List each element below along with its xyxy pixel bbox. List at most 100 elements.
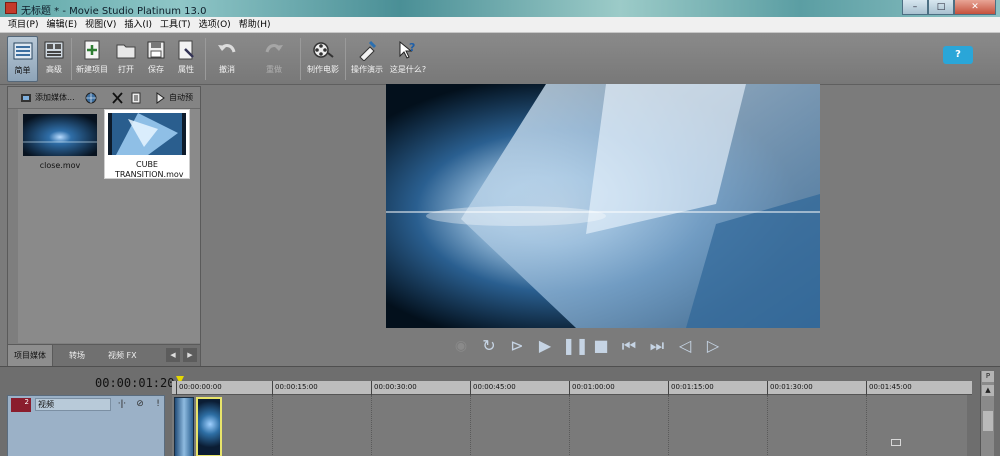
advanced-view-button[interactable]: 高级	[40, 36, 68, 82]
media-toolbar: 添加媒体... 自动预	[8, 87, 200, 109]
open-folder-icon	[116, 44, 136, 59]
menu-insert[interactable]: 插入(I)	[120, 17, 156, 32]
maximize-button[interactable]: □	[928, 0, 954, 15]
whats-this-button[interactable]: ? 这是什么?	[388, 36, 428, 82]
media-item[interactable]: close.mov	[20, 111, 100, 170]
ruler-tick-label: 00:00:30:00	[371, 381, 417, 395]
svg-text:?: ?	[409, 41, 415, 54]
title-bar: 无标题 * - Movie Studio Platinum 13.0 – □ ✕	[0, 0, 1000, 17]
mute-track-icon[interactable]: ⊘	[133, 398, 147, 411]
toolbar-separator	[71, 38, 72, 80]
timeline: 00:00:01:20 00:00:00:00 00:00:15:00 00:0…	[0, 366, 1000, 456]
go-to-start-icon[interactable]: ⏮	[618, 334, 640, 358]
menu-options[interactable]: 选项(O)	[195, 17, 235, 32]
properties-button[interactable]: 属性	[172, 36, 200, 82]
menu-help[interactable]: 帮助(H)	[235, 17, 275, 32]
tab-video-fx[interactable]: 视频 FX	[102, 345, 143, 366]
auto-preview-button[interactable]: 自动预	[154, 91, 193, 105]
new-project-label: 新建项目	[76, 65, 108, 74]
redo-icon	[265, 44, 283, 53]
redo-label: 重做	[266, 65, 282, 74]
undo-icon	[218, 44, 236, 53]
auto-preview-icon	[156, 91, 165, 104]
menu-tools[interactable]: 工具(T)	[156, 17, 195, 32]
save-button[interactable]: 保存	[142, 36, 170, 82]
new-project-icon	[84, 40, 100, 60]
delete-x-icon	[112, 91, 123, 104]
properties-icon	[178, 40, 194, 60]
track-name-field[interactable]: 视频	[35, 398, 111, 411]
grid-line	[272, 395, 273, 456]
add-media-button[interactable]: 添加媒体...	[20, 91, 75, 105]
media-list: close.mov CUBE TRANSITION.mov	[18, 109, 200, 343]
media-properties-icon	[131, 92, 141, 103]
loop-icon[interactable]: ↻	[478, 334, 500, 358]
menu-project[interactable]: 项目(P)	[4, 17, 42, 32]
remove-media-button[interactable]	[111, 91, 126, 105]
toolbar-separator	[300, 38, 301, 80]
simple-view-icon	[13, 42, 32, 60]
make-movie-icon	[313, 42, 334, 58]
media-item-selected[interactable]: CUBE TRANSITION.mov	[104, 109, 190, 179]
video-clip-cube-transition[interactable]	[174, 397, 194, 456]
region-marker[interactable]	[891, 439, 901, 446]
track-number: 2	[11, 398, 31, 412]
properties-label: 属性	[178, 65, 194, 74]
make-movie-button[interactable]: 制作电影	[304, 36, 342, 82]
play-icon[interactable]: ▶	[534, 334, 556, 358]
go-to-end-icon[interactable]: ⏭	[646, 334, 668, 358]
scroll-top-label[interactable]: P	[982, 371, 994, 382]
make-movie-label: 制作电影	[307, 65, 339, 74]
ruler-tick-label: 00:01:15:00	[668, 381, 714, 395]
scroll-up-icon[interactable]: ▲	[982, 385, 994, 396]
timeline-vertical-scrollbar[interactable]: P ▲	[980, 371, 994, 456]
tab-scroll-right-icon[interactable]: ▶	[183, 348, 197, 362]
preview-frame	[386, 84, 820, 328]
tab-project-media[interactable]: 项目媒体	[8, 345, 53, 366]
time-ruler[interactable]: 00:00:00:00 00:00:15:00 00:00:30:00 00:0…	[172, 381, 972, 395]
media-properties-button[interactable]	[130, 91, 145, 105]
simple-view-button[interactable]: 简单	[7, 36, 38, 82]
previous-frame-icon[interactable]: ◁	[674, 334, 696, 358]
open-label: 打开	[118, 65, 134, 74]
menu-view[interactable]: 视图(V)	[81, 17, 120, 32]
tab-transitions[interactable]: 转场	[63, 345, 91, 366]
new-project-button[interactable]: 新建项目	[74, 36, 110, 82]
grid-line	[866, 395, 867, 456]
close-button[interactable]: ✕	[954, 0, 996, 15]
help-button[interactable]: ?	[943, 46, 973, 64]
video-track-lane[interactable]	[172, 395, 967, 456]
play-from-start-icon[interactable]: ⊳	[506, 334, 528, 358]
record-icon[interactable]: ◉	[450, 334, 472, 358]
app-icon	[5, 2, 17, 14]
ruler-tick-label: 00:00:45:00	[470, 381, 516, 395]
advanced-view-label: 高级	[46, 65, 62, 74]
simple-view-label: 简单	[14, 66, 31, 75]
menu-bar: 项目(P) 编辑(E) 视图(V) 插入(I) 工具(T) 选项(O) 帮助(H…	[0, 17, 1000, 33]
next-frame-icon[interactable]: ▷	[702, 334, 724, 358]
redo-button[interactable]: 重做	[255, 36, 293, 82]
grid-line	[371, 395, 372, 456]
undo-button[interactable]: 撤消	[208, 36, 246, 82]
get-media-web-button[interactable]	[85, 91, 100, 105]
pause-icon[interactable]: ❚❚	[562, 334, 589, 358]
show-me-how-button[interactable]: 操作演示	[348, 36, 386, 82]
advanced-view-icon	[44, 41, 64, 59]
tab-scroll-left-icon[interactable]: ◀	[166, 348, 180, 362]
video-clip-close[interactable]	[196, 397, 222, 456]
toolbar-separator	[345, 38, 346, 80]
stop-icon[interactable]: ■	[590, 334, 612, 358]
track-motion-icon[interactable]: ·ǀ·	[115, 398, 129, 411]
media-item-name: CUBE TRANSITION.mov	[115, 160, 184, 179]
ruler-tick-label: 00:01:45:00	[866, 381, 912, 395]
grid-line	[569, 395, 570, 456]
solo-track-icon[interactable]: !	[151, 398, 165, 411]
open-button[interactable]: 打开	[112, 36, 140, 82]
minimize-button[interactable]: –	[902, 0, 928, 15]
show-me-how-label: 操作演示	[351, 65, 383, 74]
menu-edit[interactable]: 编辑(E)	[42, 17, 81, 32]
grid-line	[470, 395, 471, 456]
scrollbar-thumb[interactable]	[983, 411, 993, 431]
media-item-name: close.mov	[39, 161, 81, 170]
video-track-header[interactable]: 2 视频 ·ǀ· ⊘ !	[7, 395, 165, 456]
